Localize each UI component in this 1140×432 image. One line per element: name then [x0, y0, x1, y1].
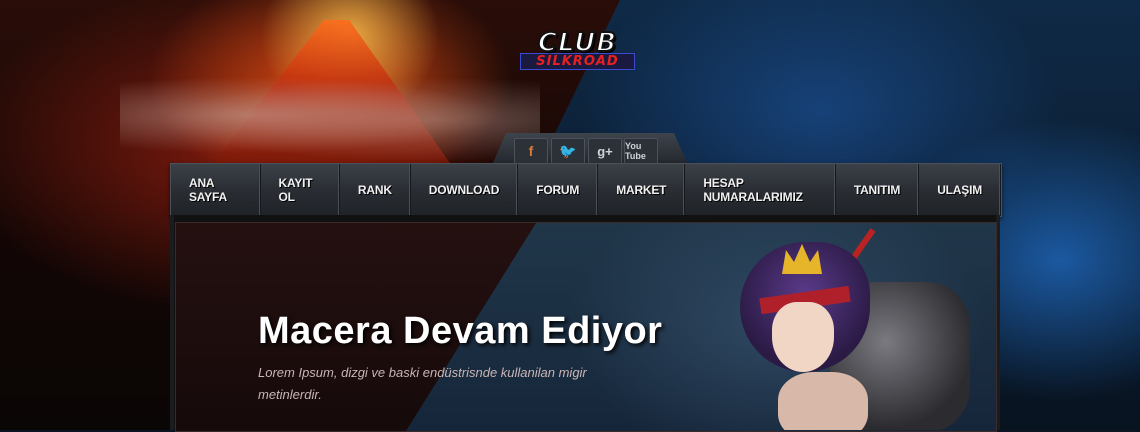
- nav-item-download[interactable]: DOWNLOAD: [411, 164, 519, 216]
- hero-title: Macera Devam Ediyor: [258, 310, 663, 353]
- nav-item-hesap-numaralarimiz[interactable]: HESAP NUMARALARIMIZ: [685, 164, 836, 216]
- hero-description: Lorem Ipsum, dizgi ve baski endüstrisnde…: [258, 365, 587, 402]
- nav-item-ana-sayfa[interactable]: ANA SAYFA: [171, 164, 261, 216]
- nav-item-rank[interactable]: RANK: [340, 164, 411, 216]
- character-face: [772, 302, 834, 372]
- nav-item-ulasim[interactable]: ULAŞIM: [919, 164, 1001, 216]
- youtube-icon[interactable]: You Tube: [624, 138, 658, 164]
- site-logo[interactable]: CLUB SILKROAD: [520, 29, 635, 74]
- character-art: [720, 222, 1000, 430]
- main-nav: ANA SAYFA KAYIT OL RANK DOWNLOAD FORUM M…: [170, 163, 1002, 217]
- twitter-icon[interactable]: 🐦: [551, 138, 585, 164]
- logo-bottom-text: SILKROAD: [520, 53, 635, 70]
- facebook-icon[interactable]: f: [514, 138, 548, 164]
- nav-item-forum[interactable]: FORUM: [518, 164, 599, 216]
- nav-item-tanitim[interactable]: TANITIM: [836, 164, 920, 216]
- character-body: [778, 372, 868, 430]
- smoke-clouds: [120, 70, 540, 160]
- nav-item-kayit-ol[interactable]: KAYIT OL: [261, 164, 340, 216]
- nav-item-market[interactable]: MARKET: [598, 164, 686, 216]
- google-plus-icon[interactable]: g+: [588, 138, 622, 164]
